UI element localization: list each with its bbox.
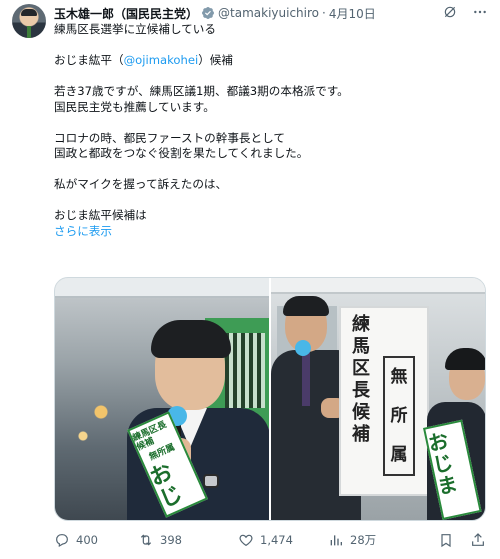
reply-count: 400 <box>76 533 98 547</box>
sign-column-title: 練 馬 区 長 候 補 <box>352 314 370 445</box>
retweet-button[interactable]: 398 <box>138 532 238 548</box>
like-button[interactable]: 1,474 <box>238 532 328 548</box>
reply-button[interactable]: 400 <box>54 532 138 548</box>
views-button[interactable]: 28万 <box>328 532 424 548</box>
tweet-line: 練馬区長選挙に立候補している <box>54 22 216 36</box>
views-chart-icon <box>328 532 344 548</box>
show-more-link[interactable]: さらに表示 <box>54 224 474 240</box>
reply-icon <box>54 532 70 548</box>
photo-tamaki-speaking[interactable]: 練 馬 区 長 候 補 無 所 属 おじま <box>271 278 485 520</box>
verified-badge-icon <box>201 6 215 20</box>
avatar[interactable] <box>12 4 46 38</box>
tweet-line: おじま紘平（@ojimakohei）候補 <box>54 53 233 67</box>
retweet-icon <box>138 532 154 548</box>
media-grid: 練馬区長候補 無所属 おじ 練 馬 区 長 候 補 無 所 属 おじま <box>54 277 486 521</box>
action-bar: 400 398 1,474 28万 <box>54 530 486 550</box>
tweet-line: 国政と都政をつなぐ役割を果たしてくれました。 <box>54 146 309 160</box>
tweet-line: 若き37歳ですが、練馬区議1期、都議3期の本格派です。 <box>54 84 349 98</box>
tweet-line: 国民民主党も推薦しています。 <box>54 99 215 114</box>
tweet-line: 私がマイクを握って訴えたのは、 <box>54 177 228 191</box>
author-name[interactable]: 玉木雄一郎（国民民主党） <box>54 5 198 22</box>
grok-icon[interactable] <box>442 4 458 20</box>
like-count: 1,474 <box>260 533 293 547</box>
photo-candidate-speaking[interactable]: 練馬区長候補 無所属 おじ <box>55 278 269 520</box>
mention-link[interactable]: @ojimakohei <box>124 53 199 67</box>
separator: · <box>322 6 326 20</box>
sign-column-independent: 無 所 属 <box>383 356 415 476</box>
tweet[interactable]: 玉木雄一郎（国民民主党） @tamakiyuichiro · 4月10日 練馬区… <box>0 0 500 559</box>
tweet-date[interactable]: 4月10日 <box>329 5 376 22</box>
candidate-sign: 練 馬 区 長 候 補 無 所 属 <box>339 306 429 496</box>
share-icon[interactable] <box>470 532 486 548</box>
bookmark-icon[interactable] <box>438 532 454 548</box>
tweet-line: コロナの時、都民ファーストの幹事長として <box>54 130 285 145</box>
author-handle[interactable]: @tamakiyuichiro <box>218 6 319 20</box>
retweet-count: 398 <box>160 533 182 547</box>
tweet-header: 玉木雄一郎（国民民主党） @tamakiyuichiro · 4月10日 <box>54 4 488 22</box>
tweet-text: 練馬区長選挙に立候補している おじま紘平（@ojimakohei）候補 若き37… <box>54 22 474 239</box>
heart-icon <box>238 532 254 548</box>
more-options-icon[interactable] <box>472 4 488 20</box>
views-count: 28万 <box>350 533 377 547</box>
tweet-line: おじま紘平候補は <box>54 208 147 222</box>
